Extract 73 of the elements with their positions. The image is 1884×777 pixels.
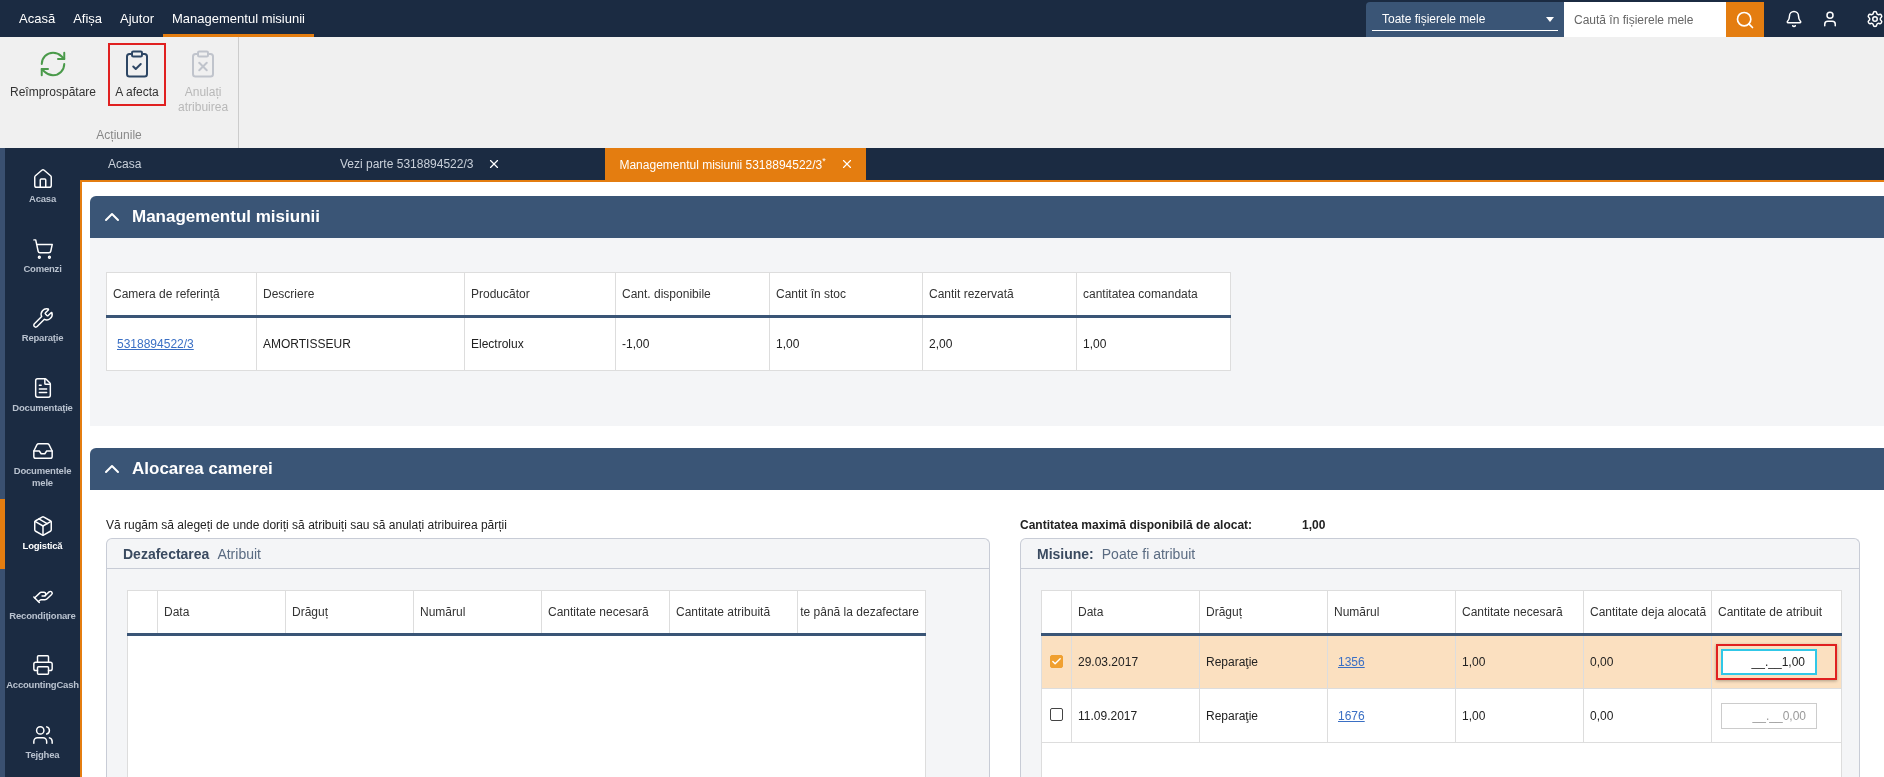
column-header: te până la dezafectare xyxy=(797,590,926,635)
column-header: Data xyxy=(157,590,286,635)
column-header: Cantitate necesară xyxy=(541,590,670,635)
tab[interactable]: Acasa xyxy=(94,148,234,180)
column-header: Drăguț xyxy=(285,590,414,635)
table-cell: 1,00 xyxy=(1455,634,1584,689)
column-header: Descriere xyxy=(256,272,465,317)
table-cell: Electrolux xyxy=(464,316,616,371)
mission-link[interactable]: 1676 xyxy=(1338,708,1365,723)
column-header: Numărul xyxy=(413,590,542,635)
printer-icon xyxy=(31,654,54,677)
column-header: Producător xyxy=(464,272,616,317)
sidebar-item[interactable]: AccountingCash xyxy=(5,638,80,708)
search-button[interactable] xyxy=(1726,2,1764,37)
search-icon xyxy=(1735,9,1755,30)
home-icon xyxy=(31,168,54,191)
refresh-icon xyxy=(38,49,68,79)
sidebar-item[interactable]: Logistică xyxy=(5,499,80,569)
row-checkbox[interactable] xyxy=(1050,707,1063,721)
table-row[interactable]: 11.09.2017 Reparaţie 1676 1,00 0,00 __.__0,00 xyxy=(1041,688,1842,743)
table-cell: 0,00 xyxy=(1583,634,1712,689)
menu-item[interactable]: Ajutor xyxy=(111,0,163,37)
sidebar-item[interactable]: Documentele mele xyxy=(5,429,80,500)
group-label: Acțiunile xyxy=(95,127,143,144)
caret-icon xyxy=(1546,16,1554,22)
scope-dropdown[interactable]: Toate fișierele mele xyxy=(1366,2,1564,37)
table-cell: 1,00 xyxy=(769,316,923,371)
sidebar-item[interactable]: Acasa xyxy=(5,152,80,222)
sidebar-item[interactable]: Documentaţie xyxy=(5,360,80,430)
table-cell: 11.09.2017 xyxy=(1071,688,1200,743)
table-cell: Reparaţie xyxy=(1199,688,1328,743)
sidebar-item[interactable]: Comenzi xyxy=(5,221,80,291)
column-header: cantitatea comandata xyxy=(1076,272,1231,317)
ribbon-button[interactable]: Reîmprospătare xyxy=(4,43,103,106)
mission-link[interactable]: 1356 xyxy=(1338,655,1365,669)
max-quantity-value: 1,00 xyxy=(1302,518,1326,532)
ribbon-button[interactable]: A afecta xyxy=(108,43,167,106)
sidebar-item[interactable]: Recondiționare xyxy=(5,568,80,639)
row-checkbox[interactable] xyxy=(1050,654,1063,668)
column-header: Cantit rezervată xyxy=(922,272,1077,317)
sidebar-item[interactable]: Tejghea xyxy=(5,707,80,777)
table-cell: 1,00 xyxy=(1076,316,1231,371)
panel-subtitle: Atribuit xyxy=(217,545,261,562)
people-icon xyxy=(31,723,54,746)
column-header: Cantit în stoc xyxy=(769,272,923,317)
column-header: Cantitate atribuită xyxy=(669,590,798,635)
menu-item[interactable]: Afișa xyxy=(64,0,112,37)
panel-title: Dezafectarea xyxy=(123,545,210,562)
package-icon xyxy=(31,515,54,538)
menu-item[interactable]: Acasă xyxy=(10,0,65,37)
table-cell: Reparaţie xyxy=(1199,634,1328,689)
max-quantity-label: Cantitatea maximă disponibilă de alocat: xyxy=(1020,518,1253,532)
column-header: Camera de referință xyxy=(106,272,257,317)
search-field[interactable]: Caută în fișierele mele xyxy=(1564,2,1726,37)
table-cell: 1,00 xyxy=(1455,688,1584,743)
tab[interactable]: Vezi parte 5318894522/3 xyxy=(326,148,514,180)
part-link[interactable]: 5318894522/3 xyxy=(117,337,194,351)
quantity-field[interactable]: __.__1,00 xyxy=(1716,644,1837,680)
instruction-text: Vă rugăm să alegeți de unde doriți să atribuiți sau să anulați atribuirea părții xyxy=(106,518,507,532)
wrench-icon xyxy=(31,307,54,330)
column-header: Cant. disponibile xyxy=(615,272,770,317)
table-cell: 0,00 xyxy=(1583,688,1712,743)
table-row[interactable]: 29.03.2017 Reparaţie 1356 1,00 0,00 __.__1,00 xyxy=(1041,634,1842,689)
table-cell: -1,00 xyxy=(615,316,770,371)
cart-icon xyxy=(31,237,54,260)
section-header[interactable]: Managementul misiunii xyxy=(90,196,1884,238)
section-header[interactable]: Alocarea camerei xyxy=(90,448,1884,490)
table-cell: AMORTISSEUR xyxy=(256,316,465,371)
panel-title: Misiune: xyxy=(1037,545,1094,562)
table-cell: 29.03.2017 xyxy=(1071,634,1200,689)
sidebar-item[interactable]: Reparaţie xyxy=(5,290,80,361)
table-cell: 2,00 xyxy=(922,316,1077,371)
panel-subtitle: Poate fi atribuit xyxy=(1101,545,1196,562)
